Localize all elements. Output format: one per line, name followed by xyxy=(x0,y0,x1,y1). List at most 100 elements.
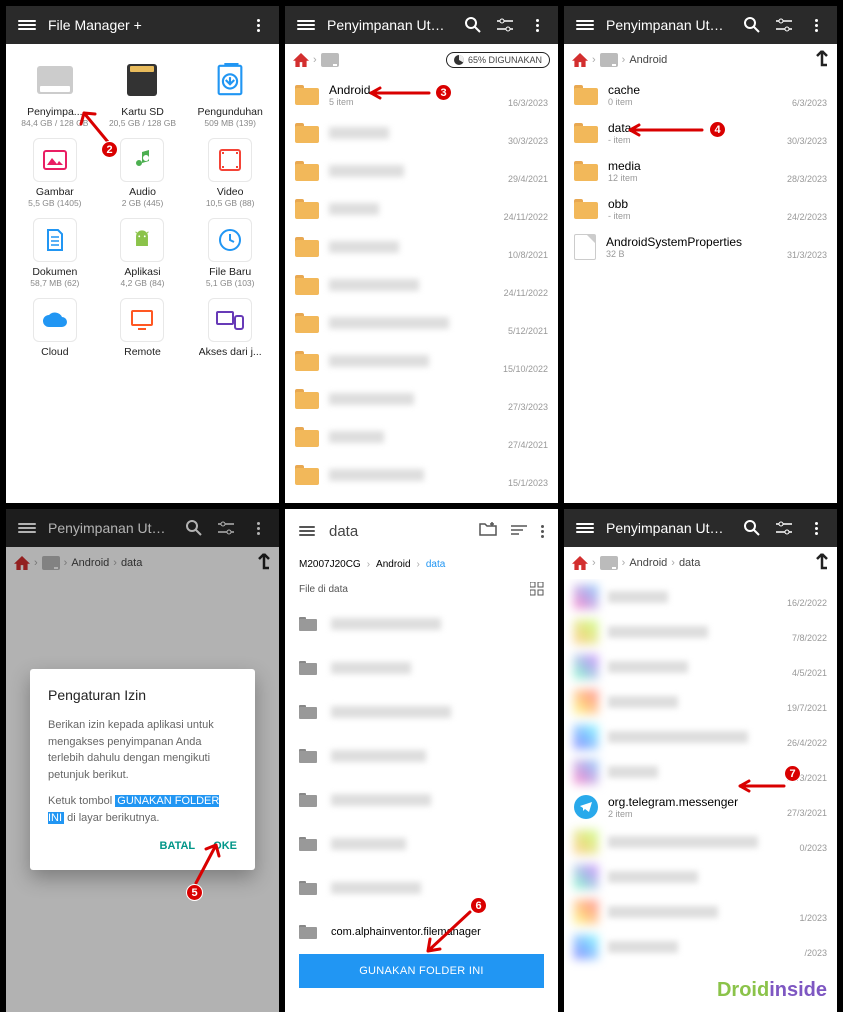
home-icon[interactable] xyxy=(572,53,588,67)
search-icon[interactable] xyxy=(741,17,763,33)
folder-row[interactable]: 4/5/2021 xyxy=(564,649,837,684)
annotation-5: 5 xyxy=(186,884,203,901)
hamburger-icon[interactable] xyxy=(295,18,317,32)
disk-icon[interactable] xyxy=(600,53,618,67)
folder-media[interactable]: media12 item28/3/2023 xyxy=(564,152,837,190)
folder-row[interactable]: 24/11/2022 xyxy=(285,266,558,304)
folder-android[interactable]: Android5 item16/3/2023 xyxy=(285,76,558,114)
folder-row[interactable] xyxy=(285,602,558,646)
hamburger-icon[interactable] xyxy=(574,18,596,32)
folder-icon xyxy=(295,351,319,371)
folder-row[interactable]: 15/1/2023 xyxy=(285,456,558,494)
home-icon[interactable] xyxy=(293,53,309,67)
topbar: Penyimpanan Ut… xyxy=(564,509,837,547)
app-icon xyxy=(574,900,598,924)
folder-data[interactable]: data- item30/3/2023 xyxy=(564,114,837,152)
annotation-7: 7 xyxy=(784,765,801,782)
folder-row[interactable]: 1/2023 xyxy=(564,894,837,929)
storage-usage-pill[interactable]: 65% DIGUNAKAN xyxy=(446,52,550,68)
hamburger-icon[interactable] xyxy=(299,524,315,538)
folder-obb[interactable]: obb- item24/2/2023 xyxy=(564,190,837,228)
more-icon[interactable] xyxy=(541,525,544,538)
grid-view-icon[interactable] xyxy=(530,582,544,596)
category-documents[interactable]: Dokumen58,7 MB (62) xyxy=(12,214,98,292)
breadcrumb: › 65% DIGUNAKAN xyxy=(285,44,558,76)
more-icon[interactable] xyxy=(247,19,269,32)
folder-row[interactable]: 7/8/2022 xyxy=(564,614,837,649)
folder-row[interactable] xyxy=(564,859,837,894)
up-icon[interactable] xyxy=(815,552,829,575)
folder-row[interactable] xyxy=(285,778,558,822)
category-sd-card[interactable]: Kartu SD20,5 GB / 128 GB xyxy=(100,54,186,132)
more-icon[interactable] xyxy=(805,19,827,32)
folder-cache[interactable]: cache0 item6/3/2023 xyxy=(564,76,837,114)
category-access-from[interactable]: Akses dari j... xyxy=(187,294,273,362)
folder-row[interactable]: /2023 xyxy=(564,929,837,964)
folder-row[interactable]: 29/4/2021 xyxy=(285,152,558,190)
folder-list: com.alphainventor.filemanager xyxy=(285,602,558,954)
folder-row[interactable] xyxy=(285,690,558,734)
folder-row[interactable]: 27/3/2023 xyxy=(285,380,558,418)
home-icon[interactable] xyxy=(572,556,588,570)
folder-row[interactable]: 26/4/2022 xyxy=(564,719,837,754)
breadcrumb-android[interactable]: Android xyxy=(629,557,667,569)
hamburger-icon[interactable] xyxy=(574,521,596,535)
sort-icon[interactable] xyxy=(511,523,527,540)
more-icon[interactable] xyxy=(526,19,548,32)
folder-icon xyxy=(295,275,319,295)
folder-row[interactable]: 16/2/2022 xyxy=(564,579,837,614)
folder-row[interactable] xyxy=(285,822,558,866)
breadcrumb-data[interactable]: data xyxy=(426,559,445,570)
hamburger-icon[interactable] xyxy=(16,18,38,32)
disk-icon[interactable] xyxy=(321,53,339,67)
folder-telegram[interactable]: org.telegram.messenger2 item27/3/2021 xyxy=(564,789,837,824)
disk-icon[interactable] xyxy=(600,556,618,570)
folder-icon xyxy=(574,199,598,219)
breadcrumb-data[interactable]: data xyxy=(679,557,700,569)
section-header: File di data xyxy=(285,576,558,602)
folder-filemanager[interactable]: com.alphainventor.filemanager xyxy=(285,910,558,954)
folder-row[interactable]: 15/10/2022 xyxy=(285,342,558,380)
folder-row[interactable]: 30/3/2023 xyxy=(285,114,558,152)
use-folder-button[interactable]: GUNAKAN FOLDER INI xyxy=(299,954,544,988)
filter-icon[interactable] xyxy=(773,18,795,32)
folder-row[interactable] xyxy=(285,734,558,778)
folder-row[interactable]: 10/8/2021 xyxy=(285,228,558,266)
filter-icon[interactable] xyxy=(494,18,516,32)
category-remote[interactable]: Remote xyxy=(100,294,186,362)
search-icon[interactable] xyxy=(741,520,763,536)
folder-row[interactable]: 19/7/2021 xyxy=(564,684,837,719)
folder-icon xyxy=(299,617,317,631)
breadcrumb-current[interactable]: Android xyxy=(629,54,667,66)
category-apps[interactable]: Aplikasi4,2 GB (84) xyxy=(100,214,186,292)
ok-button[interactable]: OKE xyxy=(213,840,237,852)
category-downloads[interactable]: Pengunduhan509 MB (139) xyxy=(187,54,273,132)
folder-row[interactable]: 0/2023 xyxy=(564,824,837,859)
category-cloud[interactable]: Cloud xyxy=(12,294,98,362)
more-icon[interactable] xyxy=(805,522,827,535)
category-internal-storage[interactable]: Penyimpa...84,4 GB / 128 GB xyxy=(12,54,98,132)
folder-icon xyxy=(574,123,598,143)
watermark: Droidinside xyxy=(717,979,827,1002)
category-video[interactable]: Video10,5 GB (88) xyxy=(187,134,273,212)
cancel-button[interactable]: BATAL xyxy=(160,840,196,852)
category-new-files[interactable]: File Baru5,1 GB (103) xyxy=(187,214,273,292)
up-icon[interactable] xyxy=(815,49,829,72)
annotation-2: 2 xyxy=(101,141,118,158)
dialog-text: Berikan izin kepada aplikasi untuk menga… xyxy=(48,717,237,783)
breadcrumb-device[interactable]: M2007J20CG xyxy=(299,559,361,570)
breadcrumb-android[interactable]: Android xyxy=(376,559,410,570)
filter-icon[interactable] xyxy=(773,521,795,535)
search-icon[interactable] xyxy=(462,17,484,33)
app-icon xyxy=(574,935,598,959)
folder-row[interactable]: 27/4/2021 xyxy=(285,418,558,456)
category-images[interactable]: Gambar5,5 GB (1405) xyxy=(12,134,98,212)
annotation-4: 4 xyxy=(709,121,726,138)
new-folder-icon[interactable] xyxy=(479,521,497,541)
folder-row[interactable] xyxy=(285,646,558,690)
folder-row[interactable]: 5/12/2021 xyxy=(285,304,558,342)
folder-row[interactable]: 24/11/2022 xyxy=(285,190,558,228)
breadcrumb: M2007J20CG› Android› data xyxy=(285,553,558,576)
folder-row[interactable] xyxy=(285,866,558,910)
file-android-properties[interactable]: AndroidSystemProperties32 B31/3/2023 xyxy=(564,228,837,266)
